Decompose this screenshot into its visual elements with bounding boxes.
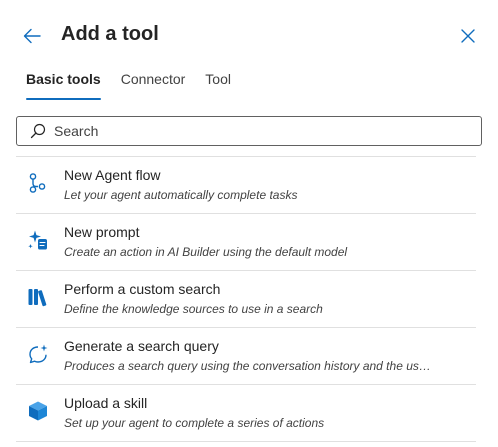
panel-header: Add a tool (0, 0, 498, 66)
tool-description: Let your agent automatically complete ta… (64, 188, 298, 202)
tool-item-upload-skill[interactable]: Upload a skill Set up your agent to comp… (16, 384, 476, 442)
tool-item-new-prompt[interactable]: New prompt Create an action in AI Builde… (16, 213, 476, 270)
flow-icon (27, 172, 49, 194)
tool-title: New prompt (64, 224, 140, 240)
tab-tool[interactable]: Tool (195, 66, 241, 100)
search-input[interactable] (52, 122, 476, 140)
tool-item-generate-search-query[interactable]: Generate a search query Produces a searc… (16, 327, 476, 384)
tool-description: Set up your agent to complete a series o… (64, 416, 325, 430)
tool-item-custom-search[interactable]: Perform a custom search Define the knowl… (16, 270, 476, 327)
close-button[interactable] (456, 24, 480, 48)
prompt-icon (27, 229, 49, 251)
tool-item-new-agent-flow[interactable]: New Agent flow Let your agent automatica… (16, 156, 476, 213)
tool-description: Define the knowledge sources to use in a… (64, 302, 323, 316)
cube-icon (27, 400, 49, 422)
tab-list: Basic tools Connector Tool (16, 66, 241, 102)
tool-title: Generate a search query (64, 338, 219, 354)
arrow-left-icon (23, 28, 41, 44)
tool-title: Upload a skill (64, 395, 148, 411)
tab-connector[interactable]: Connector (111, 66, 196, 100)
tool-title: New Agent flow (64, 167, 161, 183)
tool-list: New Agent flow Let your agent automatica… (16, 156, 476, 442)
tab-basic-tools[interactable]: Basic tools (16, 66, 111, 100)
library-icon (27, 286, 49, 308)
search-icon (30, 123, 46, 139)
search-box[interactable] (16, 116, 482, 146)
add-tool-panel: Add a tool Basic tools Connector Tool Se… (0, 0, 498, 447)
tool-description: Create an action in AI Builder using the… (64, 245, 348, 259)
page-title: Add a tool (61, 23, 159, 45)
tool-title: Perform a custom search (64, 281, 221, 297)
chat-sparkle-icon (27, 343, 49, 365)
back-button[interactable] (20, 24, 44, 48)
tool-description: Produces a search query using the conver… (64, 359, 436, 373)
close-icon (461, 29, 475, 43)
